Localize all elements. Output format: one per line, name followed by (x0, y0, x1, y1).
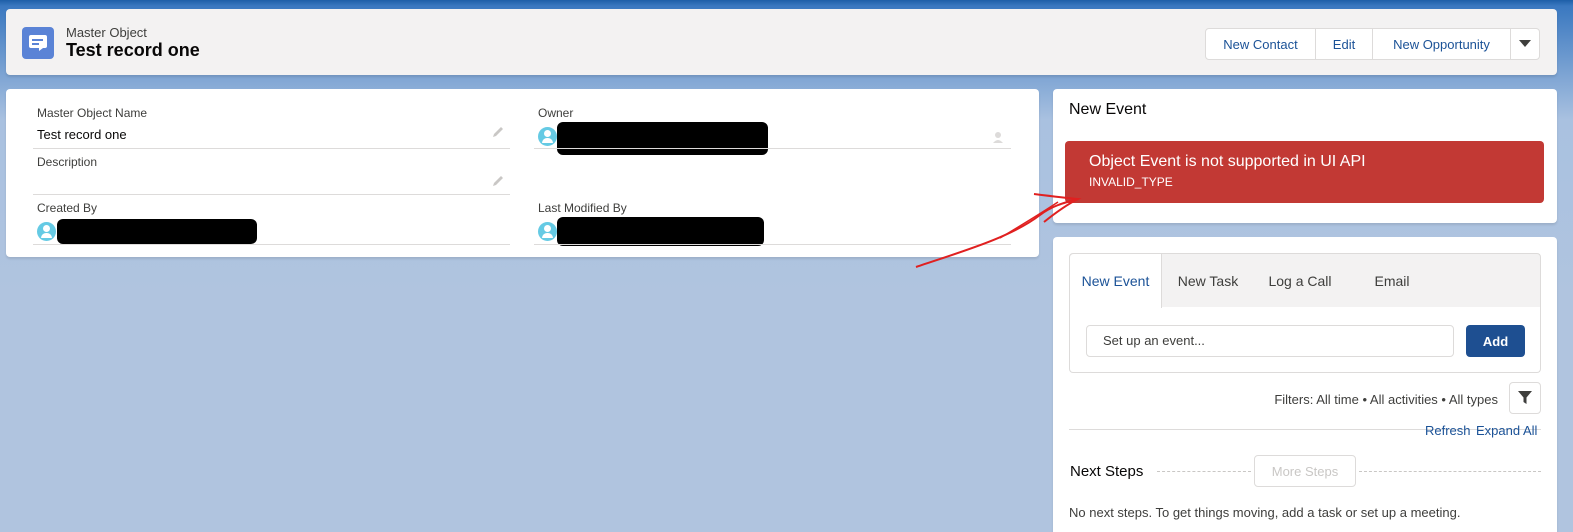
created-by-avatar (37, 222, 56, 241)
record-details: Master Object Name Test record one Owner… (6, 89, 1039, 257)
error-code: INVALID_TYPE (1089, 175, 1173, 189)
edit-pencil-icon[interactable] (492, 126, 504, 138)
activity-tabs: New Event New Task Log a Call Email (1069, 253, 1541, 308)
redacted-owner (557, 122, 768, 155)
event-input[interactable]: Set up an event... (1086, 325, 1454, 357)
filters-summary: Filters: All time • All activities • All… (1274, 392, 1498, 407)
field-divider (33, 244, 510, 245)
empty-state-message: No next steps. To get things moving, add… (1069, 505, 1461, 520)
record-icon (22, 27, 54, 59)
new-opportunity-button[interactable]: New Opportunity (1372, 28, 1511, 60)
next-steps-heading: Next Steps (1070, 463, 1144, 480)
name-field-label: Master Object Name (37, 106, 148, 120)
chevron-down-icon (1519, 40, 1531, 47)
field-divider (534, 244, 1011, 245)
error-message: Object Event is not supported in UI API (1089, 153, 1366, 170)
last-modified-label: Last Modified By (538, 201, 627, 215)
tab-log-a-call[interactable]: Log a Call (1254, 254, 1346, 307)
edit-pencil-icon[interactable] (492, 175, 504, 187)
new-contact-button[interactable]: New Contact (1205, 28, 1316, 60)
composer: Set up an event... Add (1069, 307, 1541, 373)
created-by-label: Created By (37, 201, 98, 215)
expand-all-link[interactable]: Expand All (1476, 423, 1537, 438)
record-header: Master Object Test record one New Contac… (6, 9, 1557, 75)
filter-button[interactable] (1509, 382, 1541, 414)
redacted-last-modified (557, 217, 764, 246)
error-alert: Object Event is not supported in UI API … (1065, 141, 1544, 203)
tab-email[interactable]: Email (1346, 254, 1438, 307)
field-divider (33, 148, 510, 149)
dashed-divider (1359, 471, 1541, 472)
edit-button[interactable]: Edit (1315, 28, 1373, 60)
redacted-created-by (57, 219, 257, 244)
activity-panel: New Event New Task Log a Call Email Set … (1053, 237, 1557, 532)
page-title: Test record one (66, 40, 200, 60)
add-button[interactable]: Add (1466, 325, 1525, 357)
refresh-link[interactable]: Refresh (1425, 423, 1471, 438)
dashed-divider (1157, 471, 1251, 472)
tab-new-task[interactable]: New Task (1162, 254, 1254, 307)
owner-avatar (538, 127, 557, 146)
object-type-label: Master Object (66, 25, 147, 40)
header-actions: New Contact Edit New Opportunity (1205, 28, 1540, 60)
field-divider (33, 194, 510, 195)
description-field-label: Description (37, 155, 98, 169)
last-modified-avatar (538, 222, 557, 241)
change-owner-icon[interactable] (993, 131, 1005, 143)
tab-new-event[interactable]: New Event (1070, 254, 1162, 308)
filter-icon (1518, 391, 1532, 404)
new-event-card: New Event Object Event is not supported … (1053, 89, 1557, 223)
name-field-value: Test record one (37, 127, 127, 142)
new-event-title: New Event (1069, 101, 1147, 118)
field-divider (534, 148, 1011, 149)
more-steps-button[interactable]: More Steps (1254, 455, 1356, 487)
more-actions-button[interactable] (1510, 28, 1540, 60)
owner-field-label: Owner (538, 106, 574, 120)
